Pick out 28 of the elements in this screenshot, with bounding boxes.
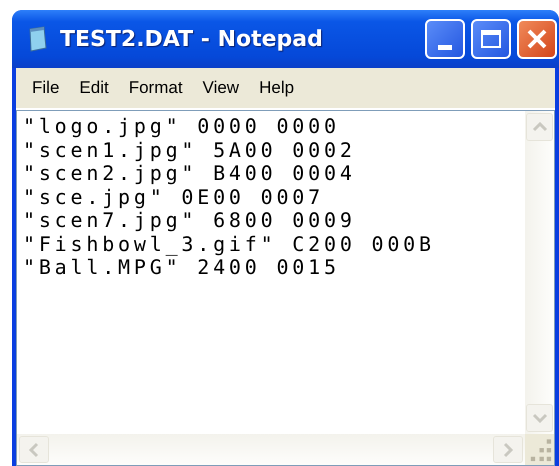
scroll-down-button[interactable] <box>526 404 553 432</box>
menu-item[interactable]: File <box>22 78 70 98</box>
text-line: "Fishbowl_3.gif" C200 000B <box>23 232 436 256</box>
caret-down-icon <box>532 413 548 423</box>
menu-item[interactable]: Format <box>118 78 193 98</box>
menu-item[interactable]: View <box>192 78 250 98</box>
scroll-up-button[interactable] <box>526 113 553 141</box>
scroll-right-button[interactable] <box>493 436 523 463</box>
horizontal-scrollbar[interactable] <box>17 434 525 465</box>
resize-grip-icon[interactable] <box>525 434 554 465</box>
text-line: "Ball.MPG" 2400 0015 <box>23 256 341 280</box>
caret-left-icon <box>29 442 39 458</box>
vertical-scrollbar[interactable] <box>525 111 554 434</box>
close-icon <box>525 27 549 51</box>
menu-item[interactable]: Edit <box>69 78 119 98</box>
maximize-button[interactable] <box>471 19 511 59</box>
caret-up-icon <box>532 122 548 132</box>
minimize-button[interactable] <box>425 19 465 59</box>
text-line: "sce.jpg" 0E00 0007 <box>23 186 325 209</box>
scroll-left-button[interactable] <box>19 436 49 463</box>
text-line: "scen1.jpg" 5A00 0002 <box>23 138 357 162</box>
caret-right-icon <box>503 442 513 458</box>
window-title: TEST2.DAT - Notepad <box>60 26 324 52</box>
close-button[interactable] <box>517 19 557 59</box>
menu-item[interactable]: Help <box>249 78 304 98</box>
text-line: "scen2.jpg" B400 0004 <box>23 162 357 186</box>
text-line: "logo.jpg" 0000 0000 <box>23 115 341 138</box>
text-line: "scen7.jpg" 6800 0009 <box>23 209 357 232</box>
